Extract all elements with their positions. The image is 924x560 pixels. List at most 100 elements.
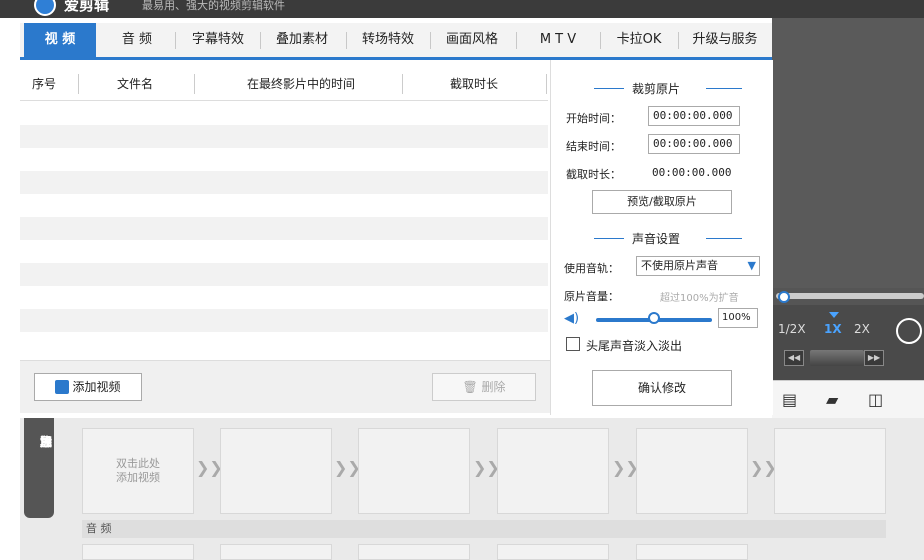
audio-clip-slot[interactable]	[497, 544, 609, 560]
open-folder-icon[interactable]: ▰	[826, 390, 838, 409]
new-project-icon[interactable]: ▤	[782, 390, 797, 409]
audio-clip-slot[interactable]	[220, 544, 332, 560]
fade-checkbox[interactable]	[566, 337, 580, 351]
list-row-empty	[20, 286, 548, 309]
video-list: 序号 文件名 在最终影片中的时间 截取时长	[20, 68, 548, 360]
duration-value: 00:00:00.000	[652, 166, 732, 179]
column-duration: 截取时长	[449, 77, 498, 91]
column-filename: 文件名	[116, 77, 153, 91]
clip-slot[interactable]	[220, 428, 332, 514]
clip-slot[interactable]	[636, 428, 748, 514]
audio-section-title: 声音设置	[632, 232, 681, 246]
vtab-char: 段	[39, 435, 52, 449]
app-name: 爱剪辑	[64, 0, 110, 14]
app-slogan: 最易用、强大的视频剪辑软件	[142, 0, 285, 12]
delete-label: 删除	[481, 380, 506, 394]
volume-value-input[interactable]: 100%	[718, 308, 758, 328]
added-clips-tab[interactable]: 已 添 加 片 段	[24, 418, 54, 518]
tab-upgrade-service[interactable]: 升级与服务	[680, 23, 770, 57]
video-list-header: 序号 文件名 在最终影片中的时间 截取时长	[20, 68, 548, 101]
add-video-icon	[55, 380, 70, 394]
add-video-label: 添加视频	[72, 380, 121, 394]
audio-clip-slot[interactable]	[358, 544, 470, 560]
duration-label: 截取时长：	[566, 168, 621, 181]
list-row-empty	[20, 217, 548, 240]
audio-clip-slot[interactable]	[636, 544, 748, 560]
tab-picture-style[interactable]: 画面风格	[432, 23, 512, 57]
chevron-right-icon: ❯❯	[473, 458, 500, 477]
step-back-button[interactable]: ◀◀	[784, 350, 804, 366]
tab-overlay-materials[interactable]: 叠加素材	[262, 23, 342, 57]
end-time-input[interactable]: 00:00:00.000	[648, 134, 740, 154]
trim-section-title: 裁剪原片	[632, 82, 681, 96]
volume-hint: 超过100%为扩音	[660, 293, 739, 304]
tab-audio[interactable]: 音 频	[102, 23, 172, 57]
audio-track-row: 音 频	[82, 520, 886, 538]
speed-half-button[interactable]: 1/2X	[778, 322, 806, 336]
chevron-right-icon: ❯❯	[612, 458, 639, 477]
speaker-icon: ◀)	[564, 311, 580, 326]
tab-mtv[interactable]: M T V	[518, 23, 598, 57]
chevron-right-icon: ❯❯	[334, 458, 361, 477]
frame-step-bar	[810, 350, 864, 366]
tab-divider	[678, 32, 679, 49]
speed-2x-button[interactable]: 2X	[854, 322, 870, 336]
step-forward-button[interactable]: ▶▶	[864, 350, 884, 366]
fade-label: 头尾声音淡入淡出	[586, 339, 683, 353]
audio-track-select[interactable]: 不使用原片声音 ▼	[636, 256, 760, 276]
column-divider	[78, 74, 79, 94]
title-bar: 爱剪辑 最易用、强大的视频剪辑软件	[0, 0, 924, 18]
confirm-button[interactable]: 确认修改	[592, 370, 732, 406]
start-time-input[interactable]: 00:00:00.000	[648, 106, 740, 126]
playback-progress-handle[interactable]	[778, 291, 790, 303]
tab-divider	[430, 32, 431, 49]
list-row-empty	[20, 125, 548, 148]
list-row-empty	[20, 171, 548, 194]
speed-1x-button[interactable]: 1X	[824, 322, 842, 336]
column-index: 序号	[31, 77, 56, 91]
speed-indicator-icon	[829, 312, 839, 318]
list-row-empty	[20, 240, 548, 263]
clip-slot[interactable]	[497, 428, 609, 514]
tab-divider	[346, 32, 347, 49]
play-button[interactable]	[896, 318, 922, 344]
section-divider	[706, 88, 742, 89]
list-row-empty	[20, 194, 548, 217]
tab-karaoke[interactable]: 卡拉OK	[602, 23, 676, 57]
start-time-label: 开始时间：	[566, 112, 621, 125]
app-logo-icon	[34, 0, 56, 16]
clip-slot[interactable]	[774, 428, 886, 514]
section-divider	[706, 238, 742, 239]
player-controls	[772, 305, 924, 380]
audio-clip-slot[interactable]	[82, 544, 194, 560]
save-icon[interactable]: ◫	[868, 390, 883, 409]
list-row-empty	[20, 148, 548, 171]
delete-button[interactable]: 🗑 删除	[432, 373, 536, 401]
tab-subtitle-effects[interactable]: 字幕特效	[178, 23, 258, 57]
main-tabs: 视 频 音 频 字幕特效 叠加素材 转场特效 画面风格 M T V 卡拉OK 升…	[20, 23, 772, 60]
tab-transition-effects[interactable]: 转场特效	[348, 23, 428, 57]
tab-video[interactable]: 视 频	[24, 23, 96, 57]
playback-progress-bar[interactable]	[776, 293, 924, 299]
chevron-right-icon: ❯❯	[196, 458, 223, 477]
clip-slot[interactable]	[358, 428, 470, 514]
audio-row-label: 音 频	[86, 522, 112, 535]
volume-slider-handle[interactable]	[648, 312, 660, 324]
add-video-placeholder[interactable]: 双击此处 添加视频	[82, 457, 194, 485]
trash-icon: 🗑	[462, 380, 482, 394]
add-video-button[interactable]: 添加视频	[34, 373, 142, 401]
video-preview	[772, 18, 924, 288]
tab-divider	[600, 32, 601, 49]
column-divider	[546, 74, 547, 94]
preview-cut-button[interactable]: 预览/截取原片	[592, 190, 732, 214]
audio-track-value: 不使用原片声音	[641, 259, 718, 272]
column-final-time: 在最终影片中的时间	[246, 77, 355, 91]
list-row-empty	[20, 332, 548, 355]
end-time-label: 结束时间：	[566, 140, 621, 153]
placeholder-line: 添加视频	[116, 471, 160, 484]
column-divider	[402, 74, 403, 94]
section-divider	[594, 238, 624, 239]
volume-label: 原片音量：	[564, 290, 619, 303]
audio-track-label: 使用音轨：	[564, 262, 619, 275]
tab-divider	[260, 32, 261, 49]
